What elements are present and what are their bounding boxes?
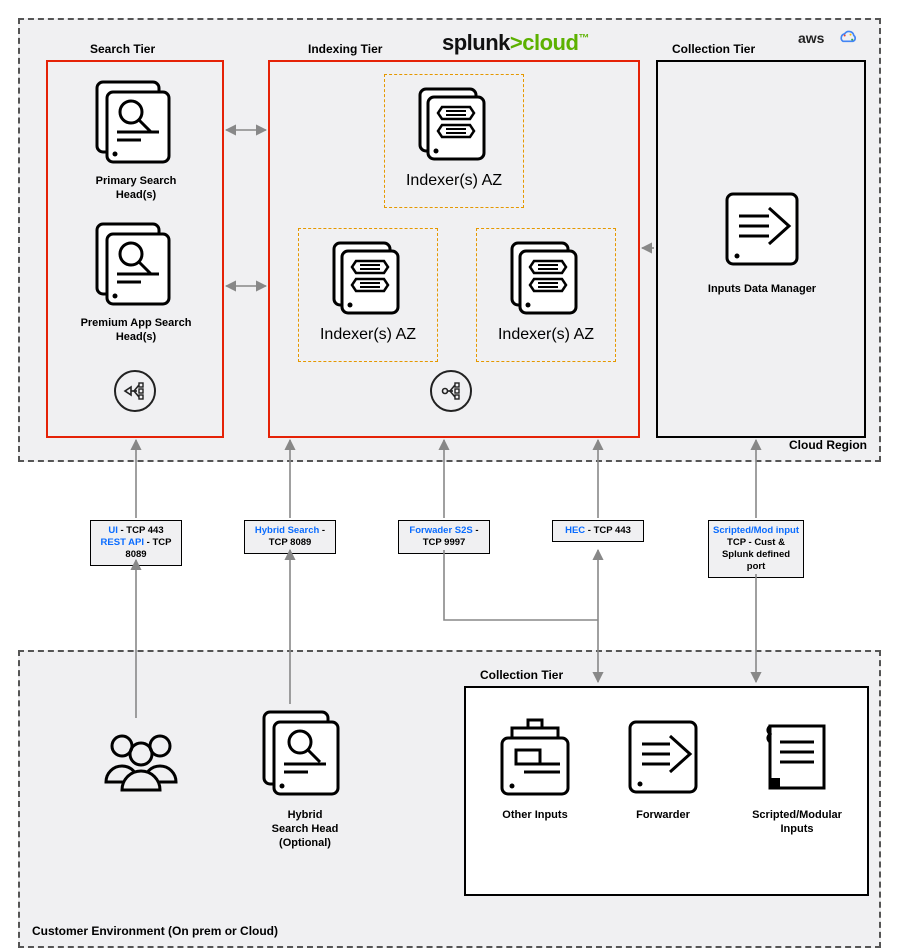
splunk-text: splunk [442, 30, 510, 55]
protocol-scripted-mod: Scripted/Mod inputTCP - Cust & Splunk de… [708, 520, 804, 578]
other-inputs: Other Inputs [480, 714, 590, 823]
collection-tier-customer-title: Collection Tier [480, 668, 563, 682]
indexer-stack-icon [414, 83, 494, 167]
indexer-az-3: Indexer(s) AZ [476, 228, 616, 362]
indexer-az-1-label: Indexer(s) AZ [385, 172, 523, 190]
collection-tier-cloud-title: Collection Tier [672, 42, 755, 56]
scripted-inputs-label: Scripted/Modular Inputs [736, 809, 858, 837]
scripted-modular-inputs: Scripted/Modular Inputs [736, 714, 858, 837]
premium-search-head: Premium App Search Head(s) [76, 220, 196, 345]
cloud-region-label: Cloud Region [789, 438, 867, 452]
other-inputs-label: Other Inputs [480, 809, 590, 823]
primary-search-head: Primary Search Head(s) [76, 78, 196, 203]
users-icon-group [86, 724, 196, 807]
indexing-tier-title: Indexing Tier [308, 42, 382, 56]
other-inputs-icon [494, 714, 576, 800]
indexer-az-1: Indexer(s) AZ [384, 74, 524, 208]
hybrid-sh-label: Hybrid Search Head (Optional) [240, 809, 370, 850]
load-balance-icon [430, 370, 472, 412]
google-cloud-logo [838, 28, 858, 48]
inputs-data-manager: Inputs Data Manager [702, 186, 822, 297]
primary-search-head-label: Primary Search Head(s) [76, 175, 196, 203]
indexer-stack-icon [506, 237, 586, 321]
splunk-cloud-logo: splunk>cloud™ [442, 30, 589, 56]
indexer-az-3-label: Indexer(s) AZ [477, 326, 615, 344]
forwarder-icon [622, 714, 704, 800]
search-tier-title: Search Tier [90, 42, 155, 56]
users-icon [96, 724, 186, 802]
indexer-az-2: Indexer(s) AZ [298, 228, 438, 362]
indexer-az-2-label: Indexer(s) AZ [299, 326, 437, 344]
premium-search-head-label: Premium App Search Head(s) [76, 317, 196, 345]
protocol-hec: HEC - TCP 443 [552, 520, 644, 542]
protocol-hybrid-search: Hybrid Search - TCP 8089 [244, 520, 336, 554]
search-head-stack-icon [93, 78, 179, 166]
forwarder-label: Forwarder [608, 809, 718, 823]
protocol-forwarder-s2s: Forwader S2S - TCP 9997 [398, 520, 490, 554]
splunk-gt: > [510, 30, 522, 55]
search-head-stack-icon [260, 708, 350, 800]
splunk-cloud-text: cloud [522, 30, 578, 55]
search-head-stack-icon [93, 220, 179, 308]
aws-logo: aws [798, 30, 824, 46]
scripted-inputs-icon [756, 714, 838, 800]
customer-env-label: Customer Environment (On prem or Cloud) [32, 924, 278, 938]
indexer-stack-icon [328, 237, 408, 321]
hybrid-search-head: Hybrid Search Head (Optional) [240, 708, 370, 850]
protocol-ui-restapi: UI - TCP 443 REST API - TCP 8089 [90, 520, 182, 566]
forwarder-icon [719, 186, 805, 274]
forwarder: Forwarder [608, 714, 718, 823]
inputs-data-manager-label: Inputs Data Manager [702, 283, 822, 297]
load-balance-icon [114, 370, 156, 412]
